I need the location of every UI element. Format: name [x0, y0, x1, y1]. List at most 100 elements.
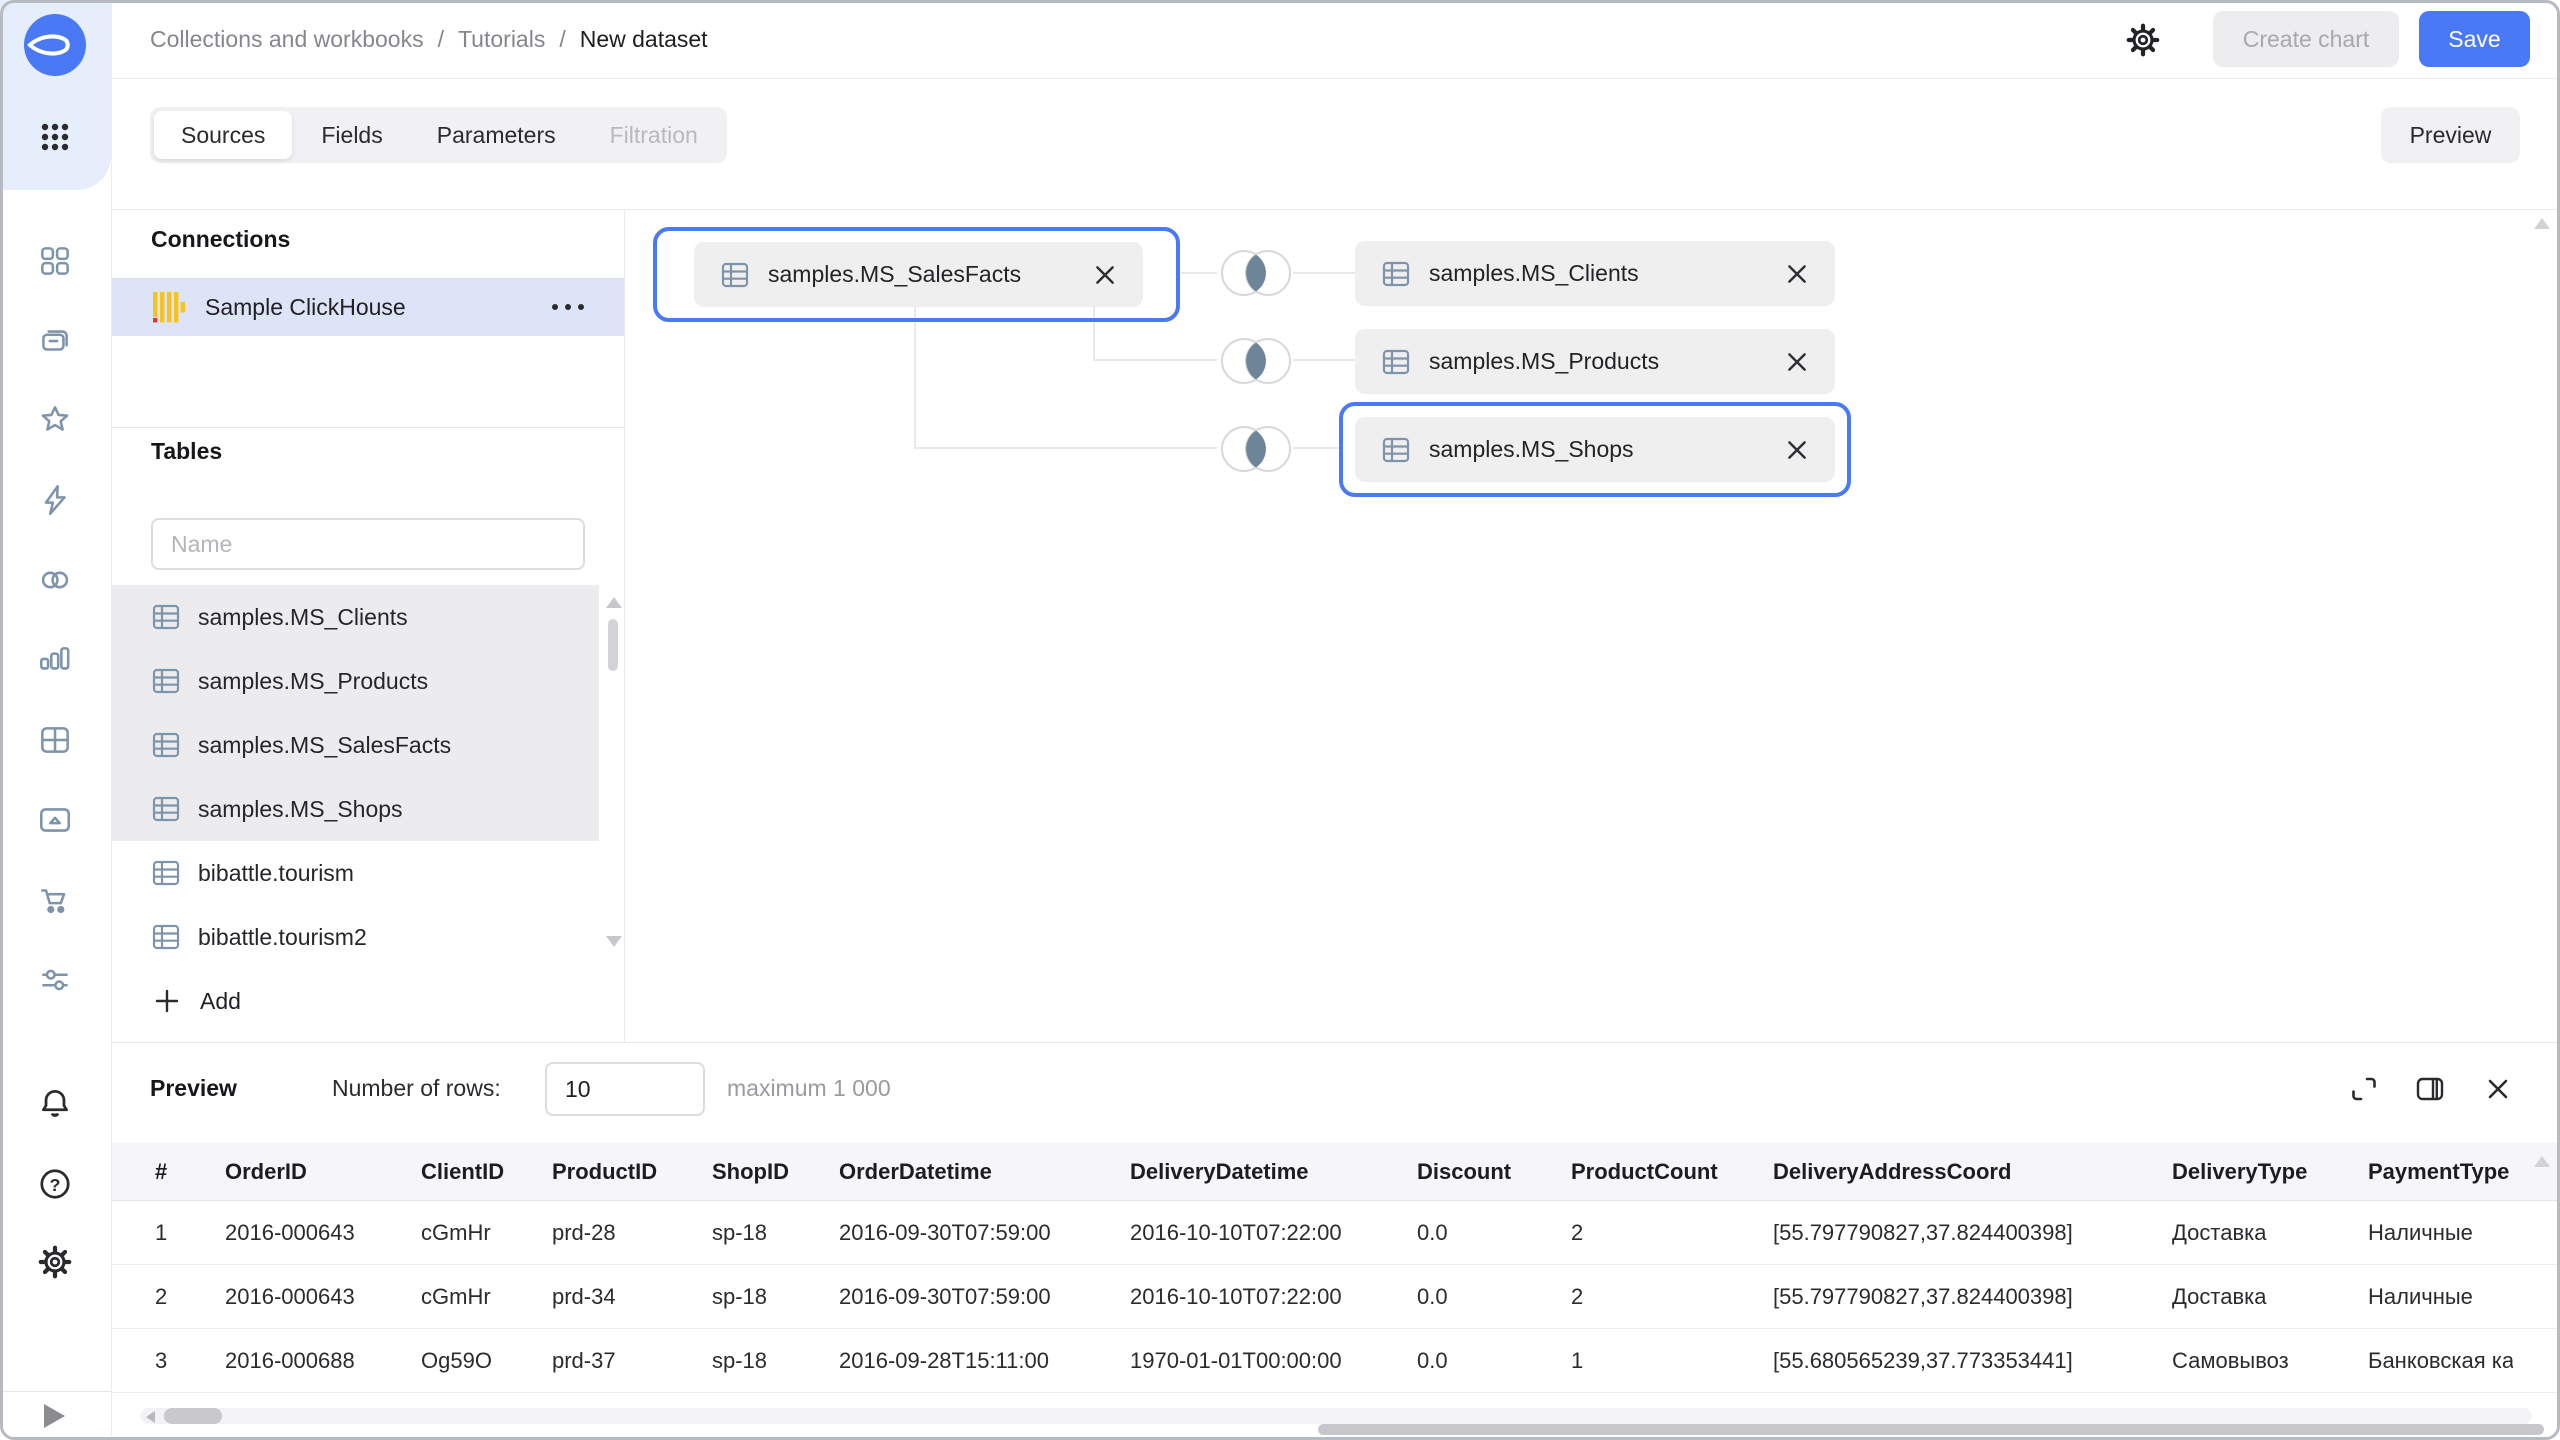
table-name: bibattle.tourism — [198, 860, 354, 887]
add-table-button[interactable]: Add — [112, 969, 599, 1033]
join-type-inner-icon[interactable] — [1214, 335, 1298, 387]
remove-source-icon[interactable] — [1785, 350, 1809, 374]
column-header: OrderDatetime — [839, 1159, 1130, 1185]
connection-more-icon[interactable] — [552, 304, 584, 310]
column-header: DeliveryAddressCoord — [1773, 1159, 2172, 1185]
table-name: samples.MS_Products — [198, 668, 428, 695]
source-node-salesfacts[interactable]: samples.MS_SalesFacts — [694, 242, 1143, 307]
cell: 2016-09-30T07:59:00 — [839, 1284, 1130, 1310]
cell: 0.0 — [1417, 1220, 1571, 1246]
cell: Наличные — [2368, 1284, 2513, 1310]
cell: Банковская карта — [2368, 1348, 2513, 1374]
panel-divider — [112, 427, 624, 428]
join-connector-line — [1093, 307, 1095, 361]
tables-scrollbar-thumb[interactable] — [608, 619, 618, 671]
cell: cGmHr — [421, 1220, 552, 1246]
cell: [55.680565239,37.773353441] — [1773, 1348, 2172, 1374]
column-header: # — [155, 1159, 225, 1185]
cell: 2 — [1571, 1220, 1773, 1246]
settings-icon[interactable] — [36, 1243, 74, 1281]
cell: 2 — [1571, 1284, 1773, 1310]
scroll-left-icon[interactable] — [146, 1411, 155, 1423]
table-list-item[interactable]: bibattle.tourism2 — [112, 905, 599, 969]
breadcrumb-separator: / — [559, 26, 565, 53]
source-node-clients[interactable]: samples.MS_Clients — [1355, 241, 1835, 306]
join-type-inner-icon[interactable] — [1214, 423, 1298, 475]
table-row: 3 2016-000688 Og59O prd-37 sp-18 2016-09… — [111, 1329, 2560, 1393]
page-hscrollbar-thumb[interactable] — [1318, 1424, 2544, 1435]
cell: prd-28 — [552, 1220, 712, 1246]
create-chart-button[interactable]: Create chart — [2213, 11, 2399, 67]
scroll-up-icon[interactable] — [606, 597, 622, 608]
app-sidebar: ? — [0, 0, 112, 1440]
source-node-shops[interactable]: samples.MS_Shops — [1355, 417, 1835, 482]
cell: 2016-10-10T07:22:00 — [1130, 1284, 1417, 1310]
table-list-item[interactable]: samples.MS_Clients — [112, 585, 599, 649]
charts-icon[interactable] — [36, 641, 74, 679]
tab-fields[interactable]: Fields — [294, 111, 409, 159]
breadcrumb-item[interactable]: Collections and workbooks — [150, 26, 424, 53]
apps-grid-icon[interactable] — [38, 120, 72, 154]
source-node-products[interactable]: samples.MS_Products — [1355, 329, 1835, 394]
dashboards-icon[interactable] — [36, 721, 74, 759]
preview-divider — [111, 1042, 2560, 1043]
spaces-icon[interactable] — [36, 242, 74, 280]
dataset-settings-gear-icon[interactable] — [2124, 21, 2162, 59]
collections-icon[interactable] — [36, 321, 74, 359]
svg-text:?: ? — [50, 1175, 61, 1195]
notifications-icon[interactable] — [36, 1085, 74, 1123]
expand-preview-icon[interactable] — [2348, 1073, 2380, 1105]
breadcrumb-item[interactable]: Tutorials — [458, 26, 545, 53]
canvas-scroll-up-icon[interactable] — [2534, 218, 2550, 229]
table-list-item[interactable]: samples.MS_Products — [112, 649, 599, 713]
table-list-item[interactable]: bibattle.tourism — [112, 841, 599, 905]
preview-toggle-button[interactable]: Preview — [2381, 107, 2520, 163]
page-title: New dataset — [580, 26, 708, 53]
table-icon — [151, 666, 181, 696]
rows-count-input[interactable] — [545, 1062, 705, 1116]
table-icon — [1381, 347, 1411, 377]
table-name: samples.MS_Shops — [198, 796, 403, 823]
datasets-icon[interactable] — [36, 561, 74, 599]
breadcrumb-separator: / — [438, 26, 444, 53]
table-icon — [151, 858, 181, 888]
save-button[interactable]: Save — [2419, 11, 2530, 67]
tables-title: Tables — [151, 438, 222, 465]
preview-scroll-up-icon[interactable] — [2534, 1156, 2550, 1167]
cell: 2 — [155, 1284, 225, 1310]
scroll-down-icon[interactable] — [606, 936, 622, 947]
split-view-icon[interactable] — [2414, 1073, 2446, 1105]
table-name: bibattle.tourism2 — [198, 924, 367, 951]
join-type-inner-icon[interactable] — [1214, 247, 1298, 299]
connection-item[interactable]: Sample ClickHouse — [112, 278, 624, 336]
remove-source-icon[interactable] — [1093, 263, 1117, 287]
table-name: samples.MS_SalesFacts — [198, 732, 451, 759]
cell: [55.797790827,37.824400398] — [1773, 1284, 2172, 1310]
tab-sources[interactable]: Sources — [154, 111, 292, 159]
marketplace-icon[interactable] — [36, 881, 74, 919]
remove-source-icon[interactable] — [1785, 262, 1809, 286]
preview-title: Preview — [150, 1075, 237, 1102]
preview-hscrollbar-track[interactable] — [140, 1408, 2532, 1424]
cell: 2016-000643 — [225, 1220, 421, 1246]
join-connector-line — [1181, 272, 1217, 274]
help-icon[interactable]: ? — [36, 1165, 74, 1203]
tab-parameters[interactable]: Parameters — [410, 111, 583, 159]
table-list-item[interactable]: samples.MS_Shops — [112, 777, 599, 841]
datalens-logo-icon[interactable] — [22, 12, 88, 78]
close-preview-icon[interactable] — [2482, 1073, 2514, 1105]
connections-icon[interactable] — [36, 481, 74, 519]
favorites-icon[interactable] — [36, 401, 74, 439]
table-icon — [151, 602, 181, 632]
cell: 1 — [155, 1220, 225, 1246]
column-header: PaymentType — [2368, 1159, 2513, 1185]
storage-icon[interactable] — [36, 801, 74, 839]
services-icon[interactable] — [36, 961, 74, 999]
remove-source-icon[interactable] — [1785, 438, 1809, 462]
table-search-input[interactable] — [151, 518, 585, 570]
table-list-item[interactable]: samples.MS_SalesFacts — [112, 713, 599, 777]
cell: Самовывоз — [2172, 1348, 2368, 1374]
expand-panel-icon[interactable] — [44, 1404, 65, 1428]
tab-filtration[interactable]: Filtration — [583, 111, 725, 159]
preview-hscrollbar-thumb[interactable] — [164, 1408, 222, 1424]
